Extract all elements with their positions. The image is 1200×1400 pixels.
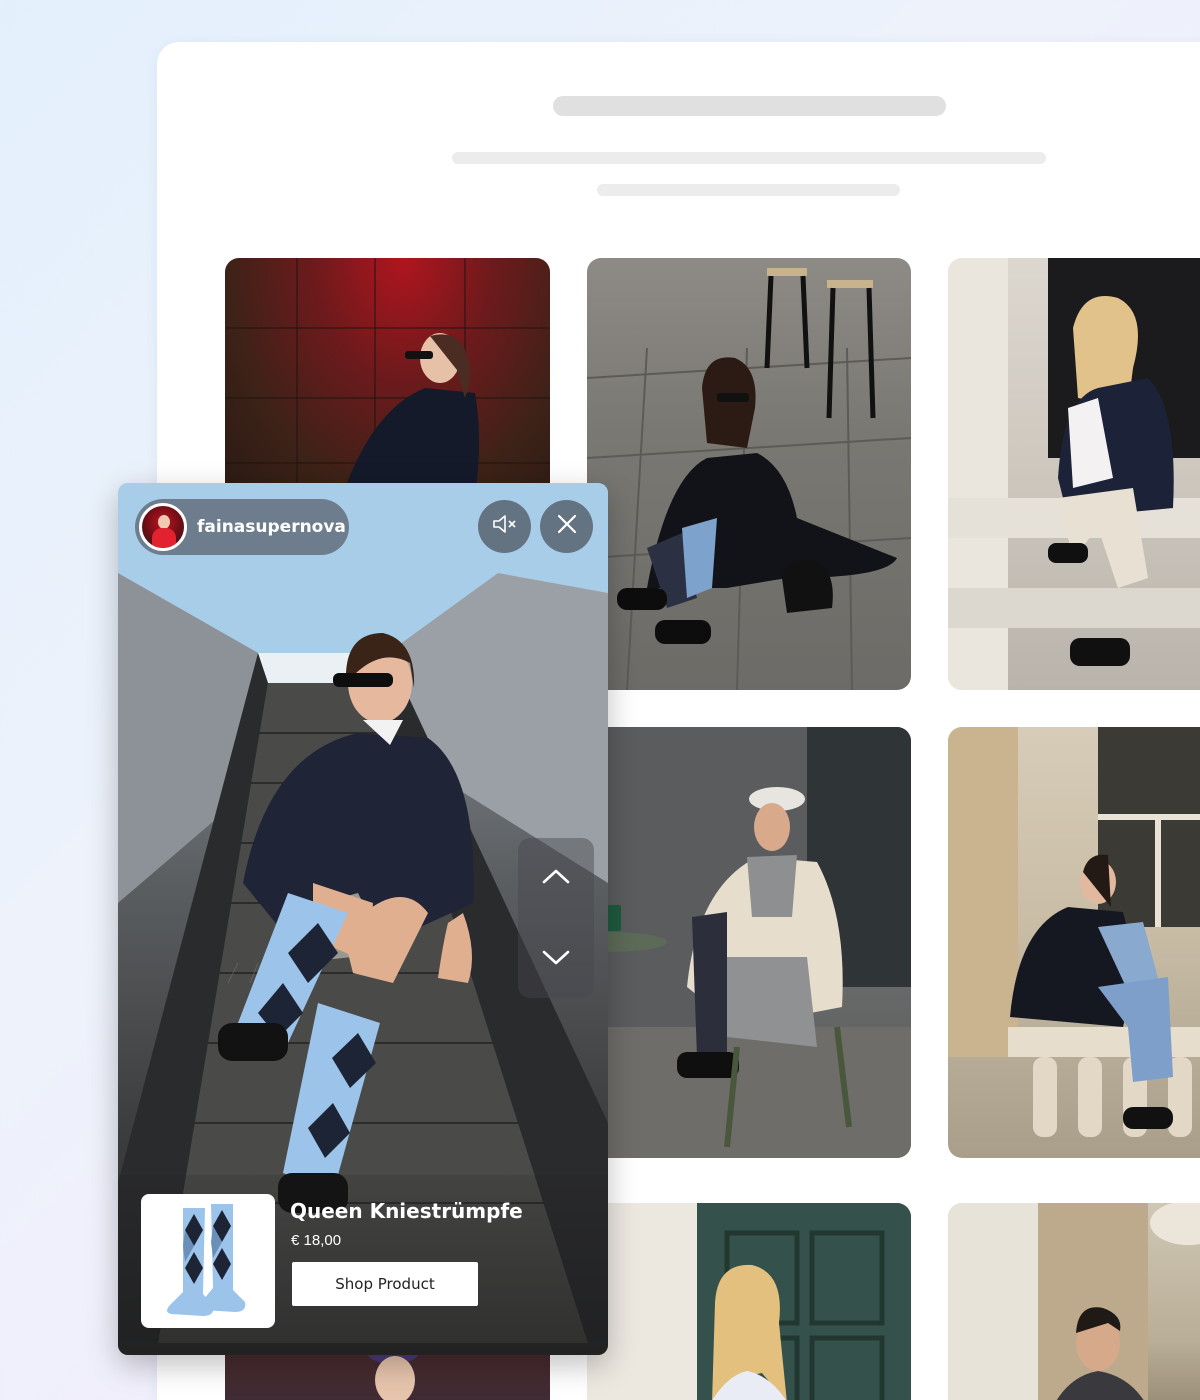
skeleton-line — [597, 184, 900, 196]
story-author[interactable]: fainasupernova — [135, 499, 349, 555]
gallery-tile-red-wall-woman[interactable] — [225, 258, 550, 498]
gallery-tile-door-woman[interactable] — [587, 1203, 911, 1400]
speaker-muted-icon — [492, 513, 518, 540]
username: fainasupernova — [197, 517, 346, 537]
gallery-tile-steps-woman[interactable] — [948, 258, 1200, 690]
previous-story-button[interactable] — [518, 848, 594, 908]
mute-button[interactable] — [478, 500, 531, 553]
close-button[interactable] — [540, 500, 593, 553]
product-title: Queen Kniestrümpfe — [290, 1199, 523, 1223]
gallery-tile-street-woman[interactable] — [587, 258, 911, 690]
skeleton-line — [452, 152, 1046, 164]
shop-product-button[interactable]: Shop Product — [292, 1262, 478, 1306]
story-player[interactable]: fainasupernova Queen Kniestrümpfe € 18,0… — [118, 483, 608, 1355]
gallery-tile-man[interactable] — [948, 1203, 1200, 1400]
gallery-tile-balustrade-woman[interactable] — [948, 727, 1200, 1158]
avatar — [139, 503, 187, 551]
product-card: Queen Kniestrümpfe € 18,00 Shop Product — [118, 1175, 608, 1355]
chevron-down-icon — [541, 949, 571, 972]
chevron-up-icon — [541, 867, 571, 890]
product-image[interactable] — [141, 1194, 275, 1328]
skeleton-title — [553, 96, 946, 116]
story-navigation — [518, 838, 594, 998]
product-price: € 18,00 — [291, 1232, 342, 1249]
next-story-button[interactable] — [518, 930, 594, 990]
close-icon — [556, 513, 578, 540]
gallery-tile-cafe-woman[interactable] — [587, 727, 911, 1158]
